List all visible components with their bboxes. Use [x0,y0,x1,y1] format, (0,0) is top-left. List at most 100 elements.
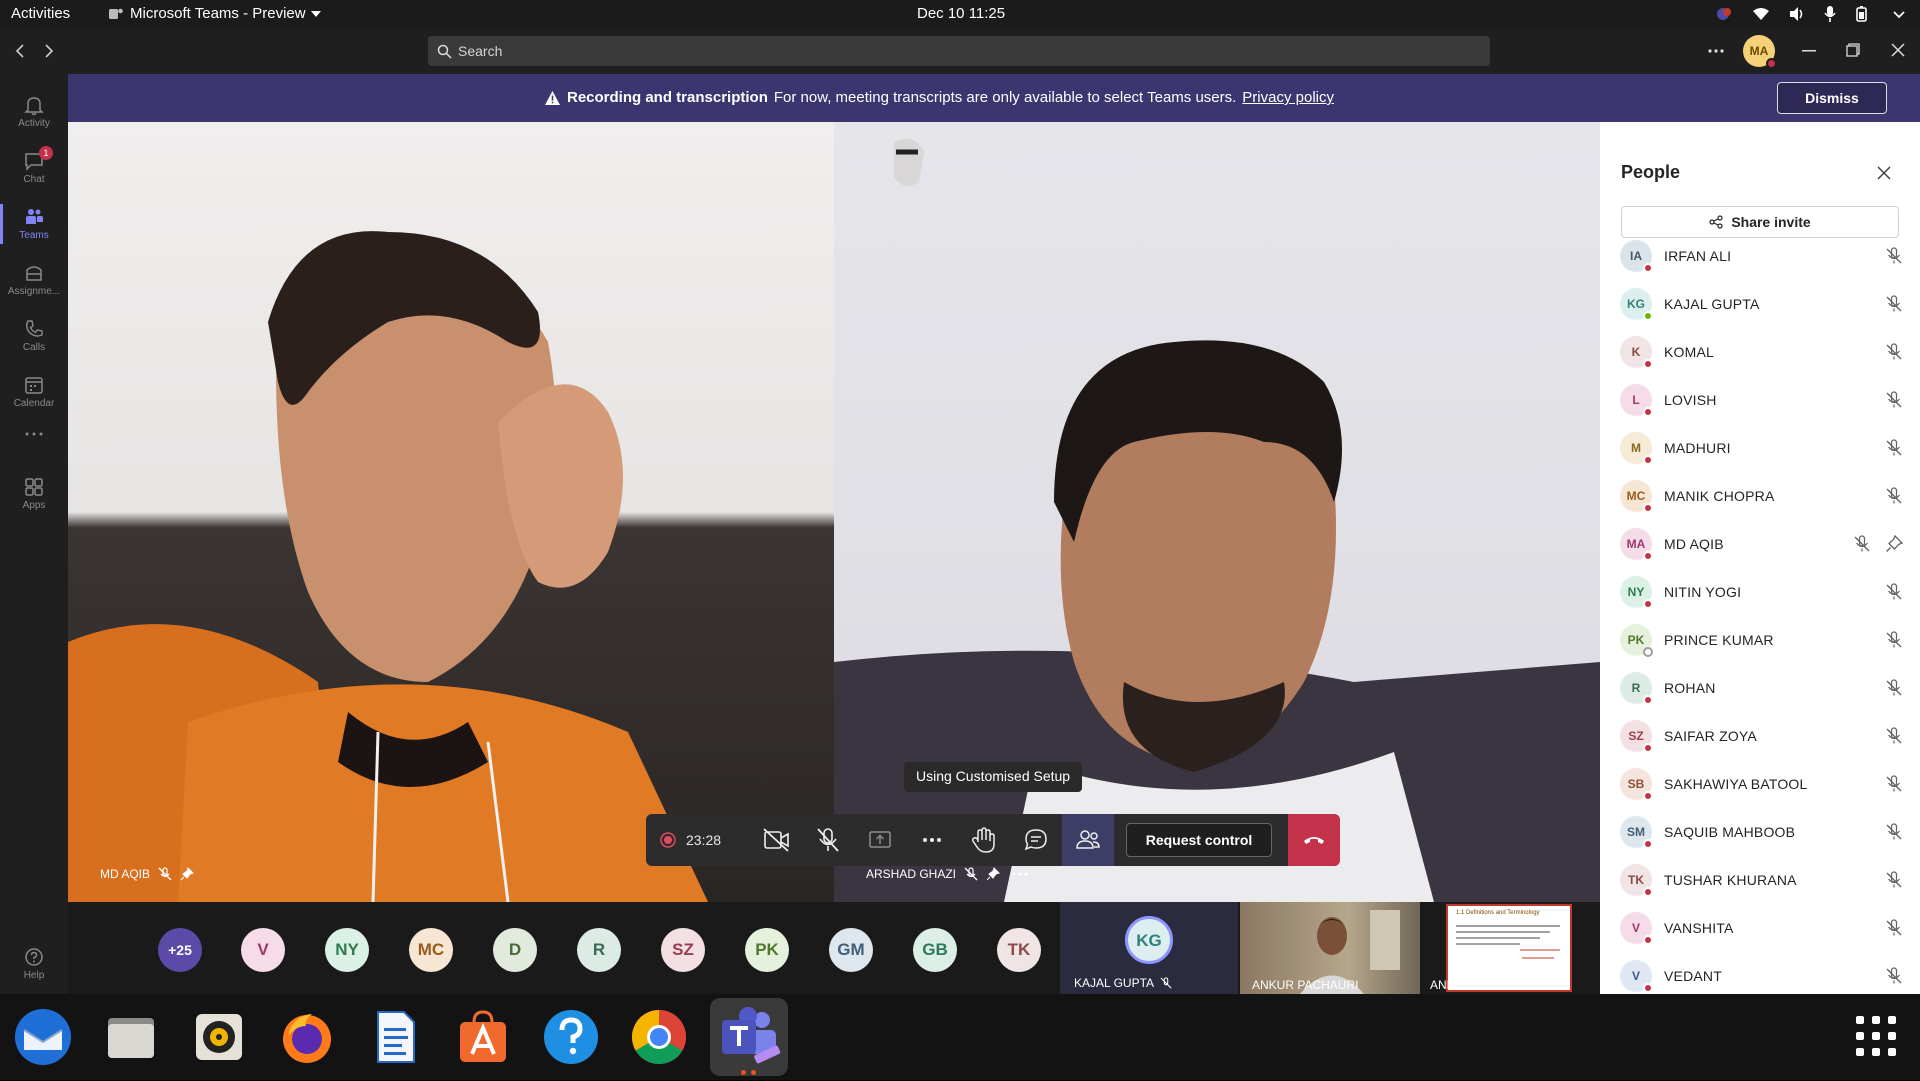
search-box[interactable]: Search [428,36,1490,66]
rail-item-assignments[interactable]: Assignme... [0,252,68,308]
mic-muted-icon[interactable] [1884,294,1904,314]
strip-avatar[interactable]: PK [745,928,789,972]
participant-row[interactable]: PK PRINCE KUMAR [1620,618,1910,666]
strip-avatar[interactable]: D [493,928,537,972]
rail-item-teams[interactable]: Teams [0,196,68,252]
dock-writer[interactable] [364,1006,426,1068]
participant-row[interactable]: R ROHAN [1620,666,1910,714]
dock-chrome[interactable] [628,1006,690,1068]
share-screen-button[interactable] [854,814,906,866]
close-icon[interactable] [1877,166,1891,180]
video-tile-ankur-pachauri[interactable]: ANKUR PACHAURI [1240,902,1420,994]
mic-muted-icon[interactable] [1884,726,1904,746]
rail-item-activity[interactable]: Activity [0,84,68,140]
mic-muted-icon[interactable] [1884,822,1904,842]
mic-muted-icon[interactable] [1884,966,1904,986]
strip-avatar[interactable]: R [577,928,621,972]
participant-row[interactable]: MA MD AQIB [1620,522,1910,570]
bell-icon [24,97,44,116]
battery-icon[interactable] [1854,6,1874,22]
chat-button[interactable] [1010,814,1062,866]
dock-help[interactable] [540,1006,602,1068]
participant-row[interactable]: SM SAQUIB MAHBOOB [1620,810,1910,858]
participant-row[interactable]: NY NITIN YOGI [1620,570,1910,618]
shared-content-tile[interactable]: 1.1 Definitions and Terminology ANKUR PA… [1424,902,1600,994]
accessibility-icon[interactable] [1716,6,1734,22]
video-tile-md-aqib[interactable]: MD AQIB [68,122,834,902]
dock-files[interactable] [100,1006,162,1068]
participant-row[interactable]: V VEDANT [1620,954,1910,994]
participant-row[interactable]: IA IRFAN ALI [1620,234,1910,282]
power-menu-icon[interactable] [1892,6,1906,22]
strip-avatar[interactable]: SZ [661,928,705,972]
dock-software[interactable] [452,1006,514,1068]
show-applications-button[interactable] [1854,1014,1898,1058]
rail-item-help[interactable]: Help [0,936,68,992]
participant-row[interactable]: MC MANIK CHOPRA [1620,474,1910,522]
mic-muted-icon[interactable] [1884,246,1904,266]
participant-row[interactable]: L LOVISH [1620,378,1910,426]
back-arrow-icon[interactable] [12,43,28,59]
rail-item-calls[interactable]: Calls [0,308,68,364]
participant-initials: SB [1627,777,1645,791]
rail-item-apps[interactable]: Apps [0,466,68,522]
pin-icon[interactable] [1884,534,1904,554]
dock-firefox[interactable] [276,1006,338,1068]
mic-muted-icon[interactable] [1884,678,1904,698]
strip-avatar[interactable]: GB [913,928,957,972]
mic-muted-icon[interactable] [1884,774,1904,794]
participant-row[interactable]: V VANSHITA [1620,906,1910,954]
dock-rhythmbox[interactable] [188,1006,250,1068]
rail-item-chat[interactable]: Chat 1 [0,140,68,196]
rail-item-more[interactable] [0,420,68,450]
microphone-icon[interactable] [1824,6,1836,22]
participant-row[interactable]: TK TUSHAR KHURANA [1620,858,1910,906]
request-control-button[interactable]: Request control [1126,823,1272,857]
participant-row[interactable]: SB SAKHAWIYA BATOOL [1620,762,1910,810]
activities-button[interactable]: Activities [11,5,70,22]
mic-muted-icon[interactable] [1884,486,1904,506]
restore-icon[interactable] [1846,43,1860,57]
dock-teams[interactable] [710,998,788,1076]
more-actions-button[interactable] [906,814,958,866]
dismiss-button[interactable]: Dismiss [1777,82,1887,114]
rail-item-calendar[interactable]: Calendar [0,364,68,420]
mic-muted-icon[interactable] [1884,630,1904,650]
mic-muted-icon[interactable] [1884,582,1904,602]
raise-hand-button[interactable] [958,814,1010,866]
clock[interactable]: Dec 10 11:25 [917,5,1005,22]
presence-status-dot [1643,839,1653,849]
strip-avatar[interactable]: GM [829,928,873,972]
privacy-policy-link[interactable]: Privacy policy [1242,89,1334,106]
more-options-icon[interactable] [1708,49,1724,53]
app-menu[interactable]: Microsoft Teams - Preview [108,5,322,22]
camera-toggle-button[interactable] [750,814,802,866]
leave-call-button[interactable] [1288,814,1340,866]
participant-row[interactable]: SZ SAIFAR ZOYA [1620,714,1910,762]
mic-muted-icon[interactable] [1884,342,1904,362]
participant-row[interactable]: M MADHURI [1620,426,1910,474]
mic-muted-icon[interactable] [1884,918,1904,938]
strip-avatar[interactable]: NY [325,928,369,972]
mic-toggle-button[interactable] [802,814,854,866]
forward-arrow-icon[interactable] [41,43,57,59]
minimize-icon[interactable] [1802,50,1816,52]
mic-muted-icon[interactable] [1852,534,1872,554]
active-speaker-tile[interactable]: KG KAJAL GUPTA [1060,902,1238,994]
wifi-icon[interactable] [1752,6,1770,22]
participant-row[interactable]: KG KAJAL GUPTA [1620,282,1910,330]
volume-icon[interactable] [1788,6,1806,22]
mic-muted-icon[interactable] [1884,390,1904,410]
mic-muted-icon[interactable] [1884,870,1904,890]
mic-muted-icon[interactable] [1884,438,1904,458]
dock-thunderbird[interactable] [12,1006,74,1068]
participant-row[interactable]: K KOMAL [1620,330,1910,378]
tile-more-icon[interactable] [1012,872,1028,876]
overflow-participants[interactable]: +25 [158,928,202,972]
strip-avatar[interactable]: TK [997,928,1041,972]
profile-avatar[interactable]: MA [1743,35,1777,69]
strip-avatar[interactable]: MC [409,928,453,972]
participants-button[interactable] [1062,814,1114,866]
strip-avatar[interactable]: V [241,928,285,972]
close-window-icon[interactable] [1891,43,1905,57]
